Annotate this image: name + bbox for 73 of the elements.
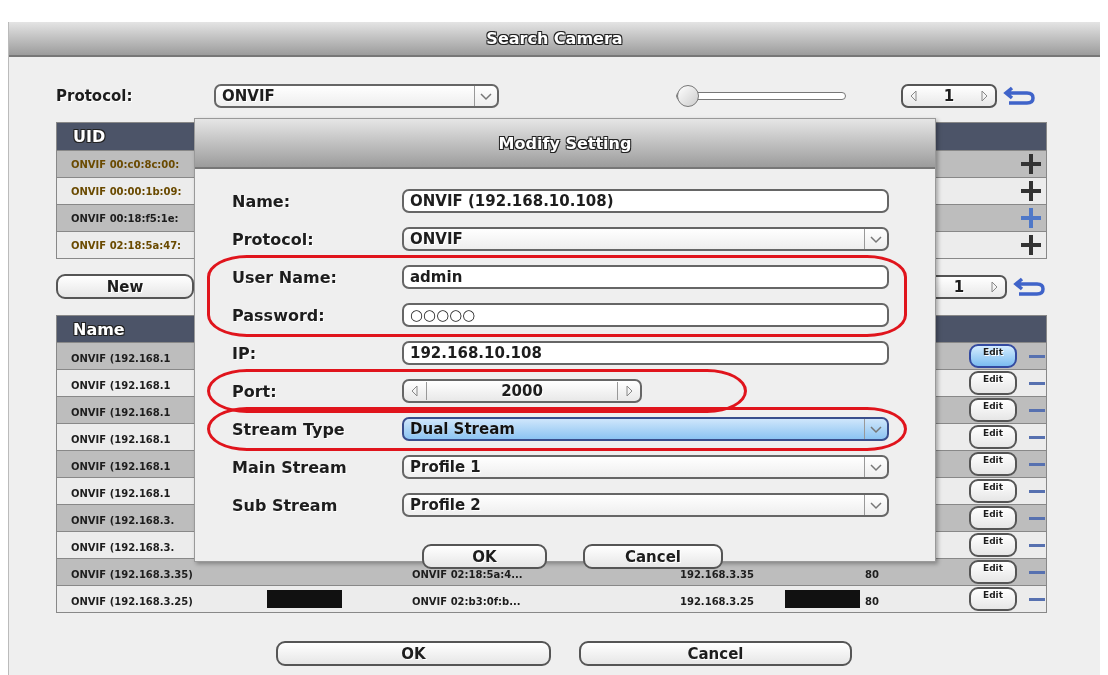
cancel-button[interactable]: Cancel xyxy=(583,544,723,569)
page-spinner[interactable]: 1 xyxy=(901,84,997,108)
table-cell-text: ONVIF 00:c0:8c:00: xyxy=(70,158,180,170)
plus-icon[interactable] xyxy=(1020,153,1042,175)
table-cell-text: ONVIF (192.168.1 xyxy=(70,487,171,499)
table-cell: 80 xyxy=(865,595,879,607)
return-icon[interactable] xyxy=(1013,275,1047,298)
edit-button[interactable]: Edit xyxy=(969,533,1017,557)
minus-icon[interactable] xyxy=(1029,570,1045,574)
table-cell-text: ONVIF 00:18:f5:1e: xyxy=(70,212,179,224)
cancel-button[interactable]: Cancel xyxy=(579,641,852,666)
minus-icon[interactable] xyxy=(1029,354,1045,358)
minus-icon[interactable] xyxy=(1029,462,1045,466)
minus-icon[interactable] xyxy=(1029,489,1045,493)
minus-icon[interactable] xyxy=(1029,543,1045,547)
table-cell-text: ONVIF (192.168.3.35) xyxy=(70,568,193,580)
edit-button[interactable]: Edit xyxy=(969,344,1017,368)
dropdown-field[interactable]: Profile 1 xyxy=(402,455,889,479)
plus-icon[interactable] xyxy=(1020,180,1042,202)
plus-icon[interactable] xyxy=(1020,234,1042,256)
minus-icon[interactable] xyxy=(1029,597,1045,601)
table-cell: 192.168.3.35 xyxy=(680,568,755,580)
return-icon[interactable] xyxy=(1003,85,1037,107)
input-field[interactable]: admin xyxy=(402,265,889,289)
field-label: Stream Type xyxy=(232,419,346,439)
dropdown-field[interactable]: Dual Stream xyxy=(402,417,889,441)
edit-button[interactable]: Edit xyxy=(969,506,1017,530)
minus-icon[interactable] xyxy=(1029,408,1045,412)
table-cell-text: ONVIF (192.168.1 xyxy=(70,460,171,472)
edit-button[interactable]: Edit xyxy=(969,398,1017,422)
table-cell-text: ONVIF (192.168.3. xyxy=(70,541,175,553)
ok-button[interactable]: OK xyxy=(276,641,551,666)
edit-button[interactable]: Edit xyxy=(969,587,1017,611)
input-field[interactable]: ONVIF (192.168.10.108) xyxy=(402,189,889,213)
table-cell-text: ONVIF (192.168.1 xyxy=(70,352,171,364)
table-cell: 192.168.3.25 xyxy=(680,595,755,607)
field-label: Sub Stream xyxy=(232,495,339,515)
minus-icon[interactable] xyxy=(1029,516,1045,520)
ok-button[interactable]: OK xyxy=(422,544,547,569)
field-label: Name: xyxy=(232,191,292,211)
table-cell-text: ONVIF 02:18:5a:47: xyxy=(70,239,182,251)
field-label: User Name: xyxy=(232,267,338,287)
window-title: Search Camera xyxy=(9,22,1100,57)
table-cell: ONVIF 02:18:5a:4... xyxy=(412,568,523,580)
field-label: Port: xyxy=(232,381,278,401)
new-button[interactable]: New xyxy=(56,274,194,299)
table-cell-text: ONVIF (192.168.1 xyxy=(70,406,171,418)
dropdown-field[interactable]: Profile 2 xyxy=(402,493,889,517)
table-cell: 80 xyxy=(865,568,879,580)
table-row[interactable]: ONVIF (192.168.3.25) ONVIF 02:b3:0f:b... 192.168.3.25 80 Edit xyxy=(57,585,1046,612)
table-cell-text: ONVIF (192.168.3. xyxy=(70,514,175,526)
edit-button[interactable]: Edit xyxy=(969,452,1017,476)
edit-button[interactable]: Edit xyxy=(969,560,1017,584)
minus-icon[interactable] xyxy=(1029,435,1045,439)
input-field[interactable]: 192.168.10.108 xyxy=(402,341,889,365)
table-cell-text: ONVIF 00:00:1b:09: xyxy=(70,185,182,197)
field-label: IP: xyxy=(232,343,258,363)
slider-thumb[interactable] xyxy=(677,85,700,107)
dropdown-field[interactable]: ONVIF xyxy=(402,227,889,251)
table-cell-text: ONVIF (192.168.1 xyxy=(70,379,171,391)
protocol-label: Protocol: xyxy=(56,87,134,105)
input-field[interactable]: ○○○○○ xyxy=(402,303,889,327)
table-cell-text: ONVIF (192.168.1 xyxy=(70,433,171,445)
protocol-dropdown[interactable]: ONVIF xyxy=(214,84,499,108)
field-label: Main Stream xyxy=(232,457,348,477)
edit-button[interactable]: Edit xyxy=(969,425,1017,449)
table-cell-text: ONVIF (192.168.3.25) xyxy=(70,595,193,607)
port-spinner[interactable]: 2000 xyxy=(402,379,642,403)
table-cell: ONVIF 02:b3:0f:b... xyxy=(412,595,521,607)
edit-button[interactable]: Edit xyxy=(969,371,1017,395)
edit-button[interactable]: Edit xyxy=(969,479,1017,503)
minus-icon[interactable] xyxy=(1029,381,1045,385)
field-label: Protocol: xyxy=(232,229,315,249)
